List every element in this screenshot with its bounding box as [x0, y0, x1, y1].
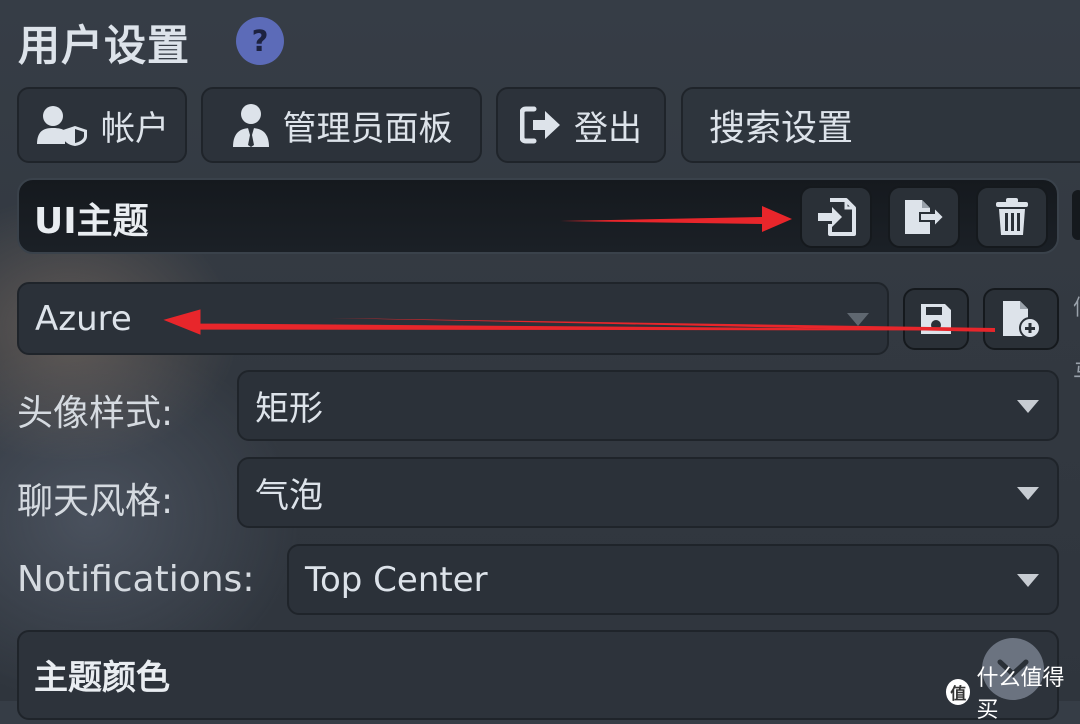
watermark: 值 什么值得买 — [946, 660, 1080, 724]
arrow-to-theme-select-icon — [163, 309, 996, 335]
arrow-to-import-icon — [560, 206, 792, 232]
annotation-arrows — [163, 206, 996, 335]
watermark-text: 什么值得买 — [976, 666, 1065, 723]
watermark-logo-icon: 值 — [946, 679, 971, 705]
